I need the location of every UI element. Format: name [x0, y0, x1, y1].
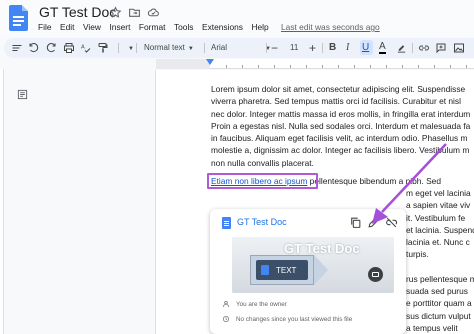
highlight-box: [207, 173, 318, 189]
svg-text:A: A: [81, 45, 85, 51]
text-line: lacinia et. Nunc c: [406, 237, 470, 247]
spellcheck-icon[interactable]: A: [80, 41, 92, 55]
title-bar: GT Test Doc File Edit View Insert Format…: [0, 0, 474, 37]
changes-text: No changes since you last viewed this fi…: [236, 315, 353, 323]
text-line: nec dolor. Integer mattis massa id eros …: [211, 108, 471, 119]
docs-file-icon: [222, 217, 231, 229]
person-icon: [223, 301, 229, 308]
undo-icon[interactable]: [28, 41, 40, 55]
text-line: it. Vestibulum fe: [406, 212, 466, 223]
text-line: a sapien vitae viv: [406, 200, 471, 211]
text-line: sus dictum vulput: [406, 310, 471, 321]
text-line: Lorem ipsum dolor sit amet, consectetur …: [211, 84, 466, 94]
menu-extensions[interactable]: Extensions: [202, 22, 243, 32]
thumbnail-chip-label: TEXT: [276, 265, 297, 275]
font-select-label: Arial: [211, 43, 228, 52]
changes-row: No changes since you last viewed this fi…: [222, 315, 352, 323]
menu-help[interactable]: Help: [251, 22, 268, 32]
remove-link-icon[interactable]: [385, 216, 398, 229]
search-menus-icon[interactable]: [11, 41, 23, 55]
formatting-toolbar: A ▼ Normal text ▼ Arial ▼ − 11 + B I U A: [4, 38, 474, 58]
owner-row: You are the owner: [222, 300, 287, 308]
edit-link-icon[interactable]: [367, 216, 380, 229]
text-line: turpis.: [406, 249, 429, 260]
text-line: pellentesque bibendum a nibh. Sed: [307, 176, 441, 186]
paint-format-icon[interactable]: [97, 41, 109, 55]
indent-marker[interactable]: [206, 59, 214, 65]
thumbnail-arrow-shape: [314, 255, 328, 285]
menu-edit[interactable]: Edit: [60, 22, 74, 32]
document-outline-icon[interactable]: [17, 87, 28, 100]
docs-logo-icon[interactable]: [9, 5, 28, 31]
style-select-label: Normal text: [144, 43, 185, 52]
menu-format[interactable]: Format: [139, 22, 166, 32]
text-line: et lacinia. Suspendi: [406, 224, 474, 235]
docs-file-icon: [261, 265, 269, 275]
history-icon: [223, 316, 229, 322]
chevron-down-icon: ▼: [128, 46, 134, 52]
menu-file[interactable]: File: [38, 22, 52, 32]
font-size-input[interactable]: 11: [290, 41, 298, 55]
style-select[interactable]: Normal text ▼: [144, 41, 194, 55]
thumbnail-chip: TEXT: [256, 260, 308, 280]
body-paragraph-1[interactable]: Lorem ipsum dolor sit amet, consectetur …: [211, 83, 474, 169]
text-line: rus pellentesque m: [406, 273, 474, 284]
link-preview-thumbnail[interactable]: GT Test Doc TEXT: [232, 237, 394, 293]
decrease-font-size-button[interactable]: −: [271, 41, 278, 55]
text-line: Proin a egestas nisl. Nulla sed sodales …: [211, 120, 471, 131]
star-icon[interactable]: [109, 6, 122, 19]
link-preview-header: GT Test Doc: [210, 213, 406, 235]
text-line: m eget vel lacinia: [406, 188, 471, 198]
owner-text: You are the owner: [236, 300, 287, 308]
thumbnail-title: GT Test Doc: [284, 241, 360, 256]
horizontal-ruler[interactable]: [156, 59, 474, 69]
text-line: non nulla convallis placerat.: [211, 157, 314, 168]
insert-image-icon[interactable]: [453, 41, 465, 55]
menu-bar: File Edit View Insert Format Tools Exten…: [38, 22, 277, 32]
chevron-down-icon: ▼: [187, 46, 194, 52]
underline-button[interactable]: U: [362, 41, 369, 55]
move-folder-icon[interactable]: [128, 6, 141, 19]
add-comment-icon[interactable]: [435, 41, 447, 55]
text-line: a tempus velit: [406, 322, 458, 333]
cloud-saved-icon[interactable]: [147, 6, 160, 19]
preview-open-icon[interactable]: [368, 267, 383, 282]
insert-link-icon[interactable]: [418, 41, 430, 55]
text-line: e porttitor quam a: [406, 298, 472, 309]
print-icon[interactable]: [63, 41, 75, 55]
text-line: molestie a, dignissim ac dolor. Integer …: [211, 145, 470, 156]
link-preview-title[interactable]: GT Test Doc: [237, 217, 287, 227]
document-title[interactable]: GT Test Doc: [39, 4, 116, 20]
text-color-button[interactable]: A: [379, 41, 386, 54]
menu-insert[interactable]: Insert: [109, 22, 130, 32]
redo-icon[interactable]: [45, 41, 57, 55]
copy-link-icon[interactable]: [349, 216, 362, 229]
last-edit-link[interactable]: Last edit was seconds ago: [281, 22, 380, 32]
bold-button[interactable]: B: [329, 41, 336, 55]
text-line: in faucibus. Aliquam eget facilisis veli…: [211, 133, 468, 143]
menu-view[interactable]: View: [83, 22, 101, 32]
zoom-select[interactable]: ▼: [125, 41, 134, 55]
highlight-color-icon[interactable]: [396, 41, 407, 55]
menu-tools[interactable]: Tools: [174, 22, 194, 32]
font-select[interactable]: Arial ▼: [211, 41, 271, 55]
italic-button[interactable]: I: [346, 41, 349, 55]
body-paragraph-2-continued[interactable]: m eget vel lacinia a sapien vitae viv it…: [406, 187, 474, 334]
text-line: suada sed purus: [406, 286, 468, 296]
increase-font-size-button[interactable]: +: [309, 41, 316, 55]
text-line: [406, 261, 474, 273]
text-line: viverra pharetra. Sed tempus mattis orci…: [211, 96, 461, 107]
